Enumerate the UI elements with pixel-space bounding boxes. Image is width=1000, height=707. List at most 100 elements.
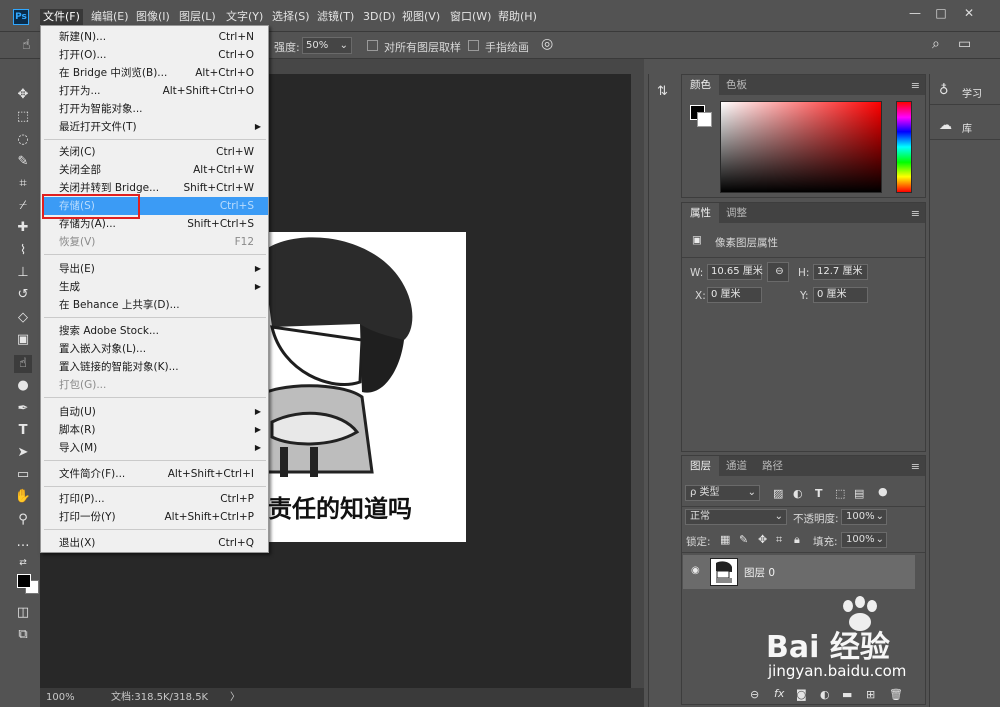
layer-filter-select[interactable]: ρ 类型 ⌄: [685, 485, 760, 501]
type-tool-icon[interactable]: T: [14, 422, 32, 440]
filter-type-icon[interactable]: T: [815, 487, 823, 500]
screen-mode-icon[interactable]: ⧉: [14, 626, 32, 644]
menu-item-close[interactable]: 关闭(C) Ctrl+W: [42, 143, 268, 161]
panel-menu-icon[interactable]: ≡: [911, 79, 920, 92]
menu-item-print-one[interactable]: 打印一份(Y) Alt+Shift+Ctrl+P: [42, 508, 268, 526]
menu-item-file-info[interactable]: 文件简介(F)... Alt+Shift+Ctrl+I: [42, 465, 268, 483]
zoom-level[interactable]: 100%: [46, 688, 75, 707]
move-tool-icon[interactable]: ✥: [14, 86, 32, 104]
menu-item-close-all[interactable]: 关闭全部 Alt+Ctrl+W: [42, 161, 268, 179]
menu-item-place-embedded[interactable]: 置入嵌入对象(L)...: [42, 340, 268, 358]
learn-panel-button[interactable]: ♁ 学习: [930, 77, 1000, 105]
layer-row[interactable]: ◉ 图层 0: [683, 555, 915, 589]
menu-item-export[interactable]: 导出(E) ▶: [42, 260, 268, 278]
zoom-tool-icon[interactable]: ⚲: [14, 511, 32, 529]
smudge-tool-icon[interactable]: ☝: [22, 37, 31, 53]
history-brush-tool-icon[interactable]: ↺: [14, 286, 32, 304]
menu-help[interactable]: 帮助(H): [495, 9, 540, 25]
menu-item-new[interactable]: 新建(N)... Ctrl+N: [42, 28, 268, 46]
canvas-scrollbar[interactable]: [631, 74, 644, 688]
menu-item-print[interactable]: 打印(P)... Ctrl+P: [42, 490, 268, 508]
trash-icon[interactable]: 🗑︎: [889, 688, 903, 701]
filter-shape-icon[interactable]: ⬚: [835, 487, 845, 500]
menu-item-automate[interactable]: 自动(U) ▶: [42, 403, 268, 421]
filter-toggle-icon[interactable]: ●: [878, 485, 888, 498]
lasso-tool-icon[interactable]: ◌: [14, 131, 32, 149]
pressure-icon[interactable]: ◎: [541, 36, 553, 52]
menu-type[interactable]: 文字(Y): [223, 9, 266, 25]
quick-mask-icon[interactable]: ◫: [14, 604, 32, 622]
panel-menu-icon[interactable]: ≡: [911, 207, 920, 220]
menu-file[interactable]: 文件(F): [40, 9, 83, 25]
hand-tool-icon[interactable]: ✋: [14, 488, 32, 506]
x-input[interactable]: 0 厘米: [707, 287, 762, 303]
lock-position-icon[interactable]: ✥: [758, 533, 767, 546]
menu-item-generate[interactable]: 生成 ▶: [42, 278, 268, 296]
menu-item-browse-bridge[interactable]: 在 Bridge 中浏览(B)... Alt+Ctrl+O: [42, 64, 268, 82]
adjustment-layer-icon[interactable]: ◐: [820, 688, 830, 701]
eraser-tool-icon[interactable]: ◇: [14, 309, 32, 327]
dodge-tool-icon[interactable]: ●: [14, 377, 32, 395]
maximize-button[interactable]: □: [928, 5, 954, 21]
hue-slider[interactable]: [896, 101, 912, 193]
status-arrow-icon[interactable]: 〉: [230, 688, 240, 707]
menu-item-open-as[interactable]: 打开为... Alt+Shift+Ctrl+O: [42, 82, 268, 100]
minimize-button[interactable]: —: [902, 5, 928, 21]
link-icon[interactable]: ⊖: [767, 262, 789, 282]
menu-item-scripts[interactable]: 脚本(R) ▶: [42, 421, 268, 439]
menu-filter[interactable]: 滤镜(T): [314, 9, 357, 25]
opacity-input[interactable]: 100% ⌄: [841, 509, 887, 525]
menu-select[interactable]: 选择(S): [269, 9, 313, 25]
menu-edit[interactable]: 编辑(E): [88, 9, 132, 25]
y-input[interactable]: 0 厘米: [813, 287, 868, 303]
menu-view[interactable]: 视图(V): [399, 9, 443, 25]
healing-brush-tool-icon[interactable]: ✚: [14, 219, 32, 237]
width-input[interactable]: 10.65 厘米: [707, 264, 763, 280]
eye-icon[interactable]: ◉: [691, 565, 700, 576]
menu-item-revert[interactable]: 恢复(V) F12: [42, 233, 268, 251]
blend-mode-select[interactable]: 正常 ⌄: [685, 509, 787, 525]
menu-item-search-stock[interactable]: 搜索 Adobe Stock...: [42, 322, 268, 340]
history-panel-icon[interactable]: ⇅: [657, 84, 668, 99]
search-icon[interactable]: ⌕: [932, 36, 940, 52]
menu-item-share-behance[interactable]: 在 Behance 上共享(D)...: [42, 296, 268, 314]
quick-select-tool-icon[interactable]: ✎: [14, 153, 32, 171]
tab-layers[interactable]: 图层: [682, 456, 719, 476]
menu-item-place-linked[interactable]: 置入链接的智能对象(K)...: [42, 358, 268, 376]
brush-tool-icon[interactable]: ⌇: [14, 242, 32, 260]
strength-input[interactable]: 50% ⌄: [302, 37, 352, 54]
filter-pixel-icon[interactable]: ▨: [773, 487, 783, 500]
path-select-tool-icon[interactable]: ➤: [14, 444, 32, 462]
swap-colors-icon[interactable]: ⇄: [14, 554, 32, 572]
lock-pixels-icon[interactable]: ✎: [739, 533, 748, 546]
menu-image[interactable]: 图像(I): [133, 9, 173, 25]
smudge-tool-icon[interactable]: ☝: [14, 355, 32, 373]
menu-window[interactable]: 窗口(W): [447, 9, 494, 25]
new-layer-icon[interactable]: ⊞: [866, 688, 875, 701]
menu-layer[interactable]: 图层(L): [176, 9, 219, 25]
background-color-swatch[interactable]: [697, 112, 712, 127]
gradient-tool-icon[interactable]: ▣: [14, 331, 32, 349]
lock-artboard-icon[interactable]: ⌗: [776, 533, 782, 547]
menu-3d[interactable]: 3D(D): [360, 9, 399, 25]
marquee-tool-icon[interactable]: ⬚: [14, 108, 32, 126]
pen-tool-icon[interactable]: ✒: [14, 400, 32, 418]
layer-name[interactable]: 图层 0: [744, 565, 775, 580]
color-picker-field[interactable]: [720, 101, 882, 193]
menu-item-exit[interactable]: 退出(X) Ctrl+Q: [42, 534, 268, 552]
menu-item-open-smart-object[interactable]: 打开为智能对象...: [42, 100, 268, 118]
sample-all-layers-checkbox[interactable]: [367, 40, 378, 51]
tab-paths[interactable]: 路径: [754, 456, 791, 476]
close-button[interactable]: ✕: [956, 5, 982, 21]
menu-item-recent-files[interactable]: 最近打开文件(T) ▶: [42, 118, 268, 136]
lock-transparent-icon[interactable]: ▦: [720, 533, 730, 546]
menu-item-import[interactable]: 导入(M) ▶: [42, 439, 268, 457]
finger-painting-checkbox[interactable]: [468, 40, 479, 51]
group-folder-icon[interactable]: ▬: [842, 688, 852, 701]
tab-color[interactable]: 颜色: [682, 75, 719, 95]
link-layers-icon[interactable]: ⊖: [750, 688, 759, 701]
height-input[interactable]: 12.7 厘米: [813, 264, 868, 280]
tab-adjustments[interactable]: 调整: [718, 203, 755, 223]
tab-properties[interactable]: 属性: [682, 203, 719, 223]
menu-item-open[interactable]: 打开(O)... Ctrl+O: [42, 46, 268, 64]
